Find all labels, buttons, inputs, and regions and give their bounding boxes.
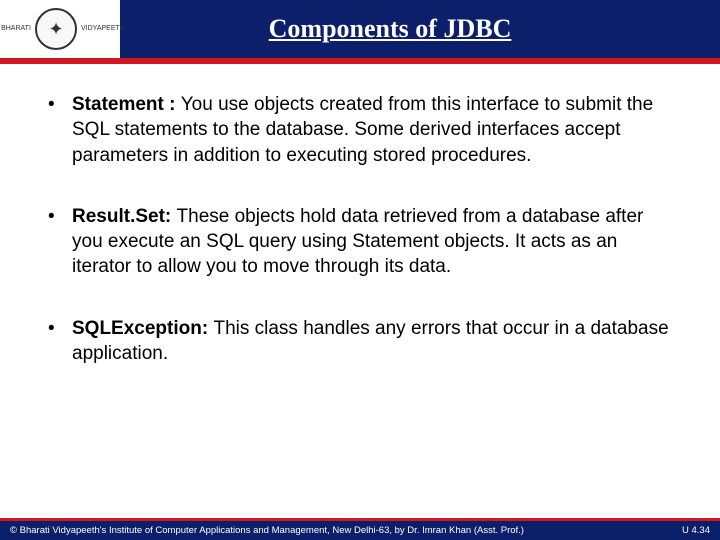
logo-text-right: VIDYAPEETH <box>81 25 119 33</box>
logo-text-left: BHARATI <box>1 25 31 33</box>
bullet-text: Statement : You use objects created from… <box>72 92 672 168</box>
term: SQLException: <box>72 318 213 339</box>
bullet-icon: • <box>48 92 72 168</box>
emblem-icon: ✦ <box>35 8 77 50</box>
term: Result.Set: <box>72 206 177 227</box>
slide-footer: © Bharati Vidyapeeth's Institute of Comp… <box>0 518 720 540</box>
bullet-text: Result.Set: These objects hold data retr… <box>72 204 672 280</box>
list-item: • Result.Set: These objects hold data re… <box>48 204 672 280</box>
page-number: U 4.34 <box>682 525 710 536</box>
bullet-text: SQLException: This class handles any err… <box>72 316 672 367</box>
slide-header: BHARATI ✦ VIDYAPEETH Components of JDBC <box>0 0 720 58</box>
list-item: • SQLException: This class handles any e… <box>48 316 672 367</box>
copyright-text: © Bharati Vidyapeeth's Institute of Comp… <box>10 525 524 536</box>
term: Statement : <box>72 94 181 115</box>
bullet-icon: • <box>48 204 72 280</box>
slide-title: Components of JDBC <box>120 14 720 44</box>
institution-logo: BHARATI ✦ VIDYAPEETH <box>0 0 120 58</box>
bullet-icon: • <box>48 316 72 367</box>
list-item: • Statement : You use objects created fr… <box>48 92 672 168</box>
slide-content: • Statement : You use objects created fr… <box>0 64 720 366</box>
